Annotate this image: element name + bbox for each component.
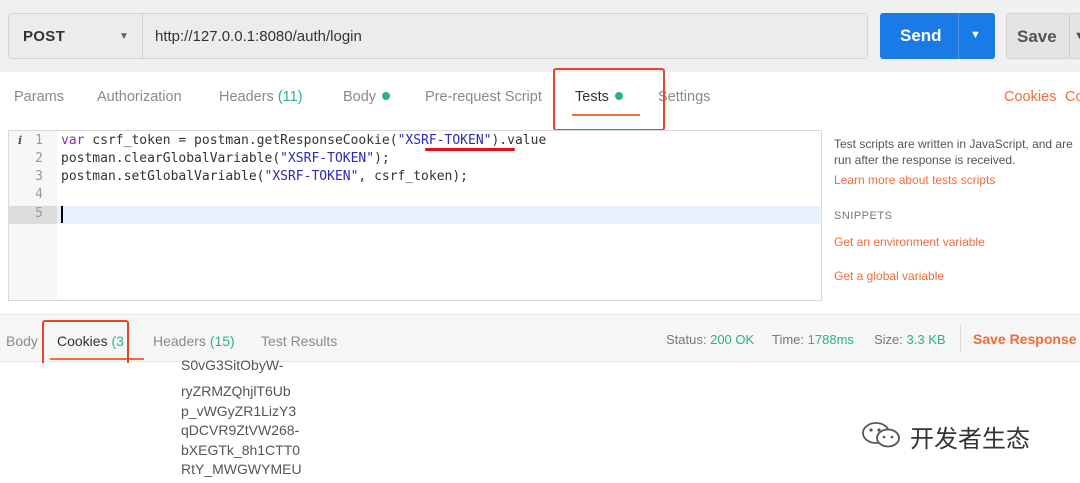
code-text: postman.clearGlobalVariable( xyxy=(61,151,281,166)
url-value: http://127.0.0.1:8080/auth/login xyxy=(155,28,362,45)
tests-help-text: Test scripts are written in JavaScript, … xyxy=(834,137,1073,167)
save-chevron-down-icon[interactable]: ▼ xyxy=(1074,30,1080,42)
current-line-highlight xyxy=(57,206,821,224)
code-keyword: var xyxy=(61,133,85,148)
snippets-heading: SNIPPETS xyxy=(834,210,893,222)
tab-settings[interactable]: Settings xyxy=(658,89,710,105)
code-line-1: var csrf_token = postman.getResponseCook… xyxy=(61,133,546,148)
line-number: 1 xyxy=(35,133,43,148)
body-indicator-dot-icon xyxy=(382,92,391,100)
watermark-text: 开发者生态 xyxy=(910,425,1030,453)
time-value: 1788ms xyxy=(807,332,854,347)
line-number: 2 xyxy=(35,151,43,166)
code-text: csrf_token = postman.getResponseCookie( xyxy=(84,133,398,148)
response-tab-test-results[interactable]: Test Results xyxy=(261,333,337,349)
save-label: Save xyxy=(1017,27,1057,46)
annotation-underline-xsrf-token xyxy=(425,148,515,151)
save-divider xyxy=(1069,14,1070,58)
size-value: 3.3 KB xyxy=(906,332,946,347)
method-label: POST xyxy=(23,28,66,45)
wechat-icon xyxy=(862,422,900,448)
cookie-value-line: bXEGTk_8h1CTT0 xyxy=(181,442,301,458)
url-input[interactable]: http://127.0.0.1:8080/auth/login xyxy=(142,13,868,59)
tab-headers-count: (11) xyxy=(277,89,303,105)
code-text: ); xyxy=(374,151,390,166)
tests-help-panel: Test scripts are written in JavaScript, … xyxy=(834,136,1080,283)
annotation-box-tests xyxy=(553,68,665,131)
code-string: "XSRF-TOKEN" xyxy=(397,133,492,148)
send-button[interactable]: Send ▼ xyxy=(880,13,995,59)
status-label: Status: xyxy=(666,332,707,347)
status-divider xyxy=(960,325,961,353)
tab-params[interactable]: Params xyxy=(14,89,64,105)
time-label: Time: xyxy=(772,332,805,347)
save-button[interactable]: Save ▼ xyxy=(1006,13,1080,59)
snippet-get-global-variable[interactable]: Get a global variable xyxy=(834,269,944,283)
response-tab-headers-label: Headers xyxy=(153,333,206,349)
status-value: 200 OK xyxy=(710,332,755,347)
tab-body[interactable]: Body xyxy=(343,89,391,105)
line-number: 3 xyxy=(35,169,43,184)
tab-headers[interactable]: Headers (11) xyxy=(219,89,303,105)
response-tabs-bar: Body Cookies (3 Headers (15) Test Result… xyxy=(0,314,1080,362)
code-text: postman.setGlobalVariable( xyxy=(61,169,265,184)
size-label: Size: xyxy=(874,332,903,347)
request-bar: POST ▼ http://127.0.0.1:8080/auth/login … xyxy=(0,0,1080,72)
tab-authorization[interactable]: Authorization xyxy=(97,89,182,105)
cookie-value-line: qDCVR9ZtVW268- xyxy=(181,422,300,438)
code-string: "XSRF-TOKEN" xyxy=(280,151,375,166)
snippet-get-environment-variable[interactable]: Get an environment variable xyxy=(834,235,985,249)
send-divider xyxy=(958,13,959,59)
response-size: Size: 3.3 KB xyxy=(874,332,946,347)
cookie-value-line: RtY_MWGWYMEU xyxy=(181,461,302,477)
tab-headers-label: Headers xyxy=(219,89,274,105)
tab-body-label: Body xyxy=(343,89,377,105)
cookie-value-line: p_vWGyZR1LizY3 xyxy=(181,403,297,419)
request-tabs: Params Authorization Headers (11) Body P… xyxy=(0,72,1080,124)
send-label: Send xyxy=(900,26,942,45)
cookies-link[interactable]: Cookies xyxy=(1004,89,1056,105)
send-chevron-down-icon[interactable]: ▼ xyxy=(970,29,981,41)
response-tab-headers-count: (15) xyxy=(209,333,235,349)
chevron-down-icon: ▼ xyxy=(119,31,129,42)
response-tab-body[interactable]: Body xyxy=(6,333,38,349)
method-select[interactable]: POST ▼ xyxy=(8,13,142,59)
code-line-2: postman.clearGlobalVariable("XSRF-TOKEN"… xyxy=(61,151,390,166)
code-text: ).value xyxy=(491,133,547,148)
learn-more-link[interactable]: Learn more about tests scripts xyxy=(834,173,995,187)
tab-prerequest-script[interactable]: Pre-request Script xyxy=(425,89,542,105)
cookie-value-line: S0vG3SitObyW- xyxy=(181,357,284,373)
save-response-button[interactable]: Save Response xyxy=(973,331,1077,347)
response-status: Status: 200 OK xyxy=(666,332,754,347)
text-cursor xyxy=(61,206,63,223)
tests-code-editor[interactable]: i 1 2 3 4 5 var csrf_token = postman.get… xyxy=(8,130,822,301)
response-time: Time: 1788ms xyxy=(772,332,854,347)
code-string: "XSRF-TOKEN" xyxy=(264,169,359,184)
code-text: , csrf_token); xyxy=(358,169,468,184)
response-tab-headers[interactable]: Headers (15) xyxy=(153,333,235,349)
line-number: 4 xyxy=(35,187,43,202)
cookie-value-line: ryZRMZQhjlT6Ub xyxy=(181,383,291,399)
code-line-3: postman.setGlobalVariable("XSRF-TOKEN", … xyxy=(61,169,468,184)
line-number: 5 xyxy=(35,206,43,221)
code-link[interactable]: Co xyxy=(1065,89,1080,105)
